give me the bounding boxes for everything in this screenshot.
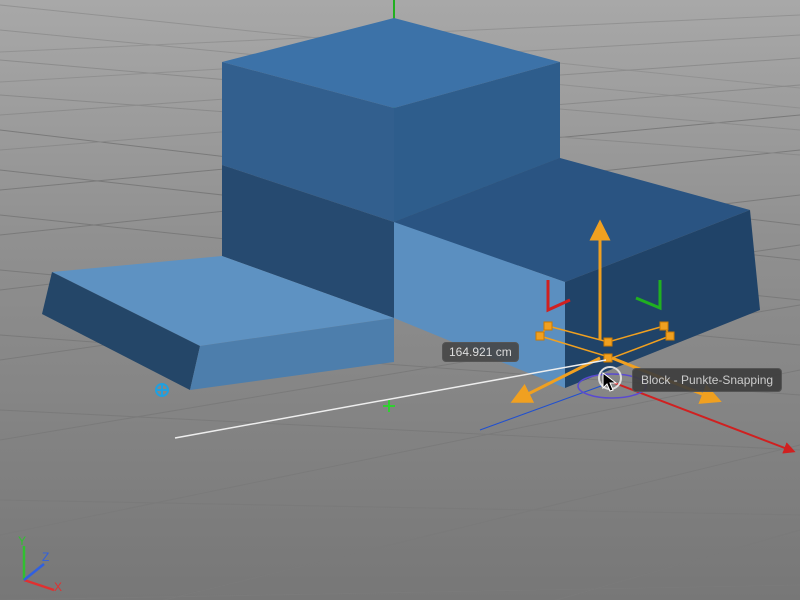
axis-label-y: Y — [18, 534, 26, 548]
axis-compass: X Y Z — [6, 534, 66, 594]
viewport-3d[interactable]: 164.921 cm Block - Punkte-Snapping X Y Z — [0, 0, 800, 600]
scene-svg[interactable] — [0, 0, 800, 600]
snap-point-marker — [156, 384, 168, 396]
axis-label-z: Z — [42, 550, 49, 564]
axis-label-x: X — [54, 580, 62, 594]
